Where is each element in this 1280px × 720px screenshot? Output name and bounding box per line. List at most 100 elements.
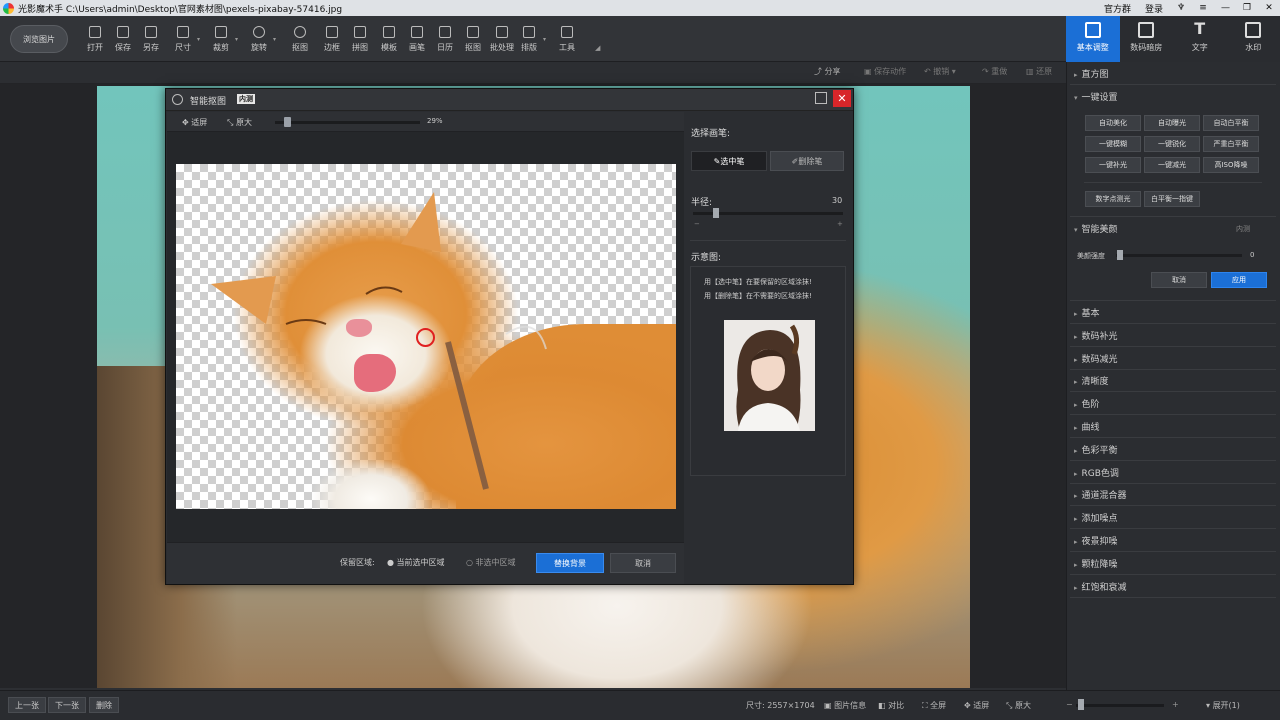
keep-selected-radio[interactable]: ● 当前选中区域 [387, 557, 445, 568]
close-window-icon[interactable]: ✕ [1258, 3, 1280, 13]
histogram-section[interactable]: ▸ 直方图 [1074, 67, 1109, 80]
one-click-section[interactable]: ▾ 一键设置 [1074, 90, 1118, 103]
login-link[interactable]: 登录 [1138, 2, 1170, 15]
section-item[interactable]: ▸ 色彩平衡 [1074, 443, 1118, 456]
batch-button[interactable]: 批处理 [487, 26, 517, 53]
section-item[interactable]: ▸ 清晰度 [1074, 374, 1109, 387]
delete-image-button[interactable]: 删除 [89, 697, 119, 713]
dialog-close-icon[interactable]: ✕ [833, 90, 851, 107]
zoom-out-icon[interactable]: − [1066, 700, 1073, 709]
menu-icon[interactable]: ≡ [1192, 3, 1214, 13]
resize-button[interactable]: 尺寸 ▾ [168, 26, 200, 53]
white-balance-picker-button[interactable]: 白平衡一指键 [1144, 191, 1200, 207]
radius-minus[interactable]: − [694, 220, 700, 228]
zoom-slider-track[interactable] [1076, 704, 1164, 707]
crop-button[interactable]: 裁剪 ▾ [206, 26, 238, 53]
restore-icon[interactable]: ❐ [1236, 3, 1258, 13]
collage-icon [354, 26, 366, 38]
one-click-blur-button[interactable]: 一键模糊 [1085, 136, 1141, 152]
dialog-maximize-icon[interactable] [815, 92, 827, 104]
undo-button[interactable]: ↶ 撤销 ▾ [924, 66, 956, 77]
qq-group-link[interactable]: 官方群 [1097, 2, 1138, 15]
restore-button[interactable]: ▥ 还原 [1026, 66, 1052, 77]
tab-darkroom[interactable]: 数码暗房 [1120, 16, 1174, 62]
strict-white-balance-button[interactable]: 严重白平衡 [1203, 136, 1259, 152]
tab-watermark[interactable]: 水印 [1227, 16, 1280, 62]
expand-arrow-icon: ▸ [1074, 446, 1078, 455]
image-info-button[interactable]: ▣ 图片信息 [824, 700, 866, 711]
fullscreen-button[interactable]: ⛶ 全屏 [922, 700, 946, 711]
section-item[interactable]: ▸ 数码减光 [1074, 352, 1118, 365]
rotate-button[interactable]: 旋转 ▾ [244, 26, 276, 53]
spot-metering-button[interactable]: 数字点测光 [1085, 191, 1141, 207]
cutout-button[interactable]: 抠图 [285, 26, 315, 53]
fill-light-button[interactable]: 一键补光 [1085, 157, 1141, 173]
beauty-cancel-button[interactable]: 取消 [1151, 272, 1207, 288]
template-icon [383, 26, 395, 38]
section-item[interactable]: ▸ 数码补光 [1074, 329, 1118, 342]
delete-brush-button[interactable]: ✐ 删除笔 [770, 151, 844, 171]
minimize-icon[interactable]: — [1214, 3, 1236, 13]
dialog-cancel-button[interactable]: 取消 [610, 553, 676, 573]
brush-button[interactable]: 画笔 [402, 26, 432, 53]
auto-beautify-button[interactable]: 自动美化 [1085, 115, 1141, 131]
dialog-actual-button[interactable]: ⤡ 原大 [227, 117, 252, 128]
save-action-button[interactable]: ▣ 保存动作 [864, 66, 906, 77]
section-item[interactable]: ▸ 曲线 [1074, 420, 1100, 433]
save-button[interactable]: 保存 [108, 26, 138, 53]
dialog-fit-button[interactable]: ✥ 适屏 [182, 117, 207, 128]
replace-background-button[interactable]: 替换背景 [536, 553, 604, 573]
cutout2-button[interactable]: 抠图 [458, 26, 488, 53]
dialog-zoom-slider-thumb[interactable] [284, 117, 291, 127]
beauty-apply-button[interactable]: 应用 [1211, 272, 1267, 288]
template-button[interactable]: 模板 [374, 26, 404, 53]
fit-screen-button[interactable]: ✥ 适屏 [964, 700, 989, 711]
section-item[interactable]: ▸ 色阶 [1074, 397, 1100, 410]
zoom-in-icon[interactable]: + [1172, 700, 1179, 709]
dialog-zoom-slider-track[interactable] [275, 121, 420, 124]
expand-button[interactable]: ▾ 展开(1) [1206, 700, 1240, 711]
next-image-button[interactable]: 下一张 [48, 697, 86, 713]
section-item[interactable]: ▸ 红饱和衰减 [1074, 580, 1127, 593]
save-icon [117, 26, 129, 38]
high-iso-denoise-button[interactable]: 高ISO降噪 [1203, 157, 1259, 173]
tab-basic-adjust[interactable]: 基本调整 [1066, 16, 1120, 62]
browse-images-button[interactable]: 浏览图片 [10, 25, 68, 53]
settings-icon[interactable]: ♆ [1170, 3, 1192, 13]
save-as-button[interactable]: 另存 [136, 26, 166, 53]
section-item[interactable]: ▸ 基本 [1074, 306, 1100, 319]
beauty-slider-track[interactable] [1116, 254, 1242, 257]
zoom-slider-thumb[interactable] [1078, 699, 1084, 710]
compare-button[interactable]: ◧ 对比 [878, 700, 904, 711]
batch-icon [496, 26, 508, 38]
dialog-title-bar[interactable] [166, 89, 853, 111]
radius-slider-thumb[interactable] [713, 208, 719, 218]
keep-unselected-radio[interactable]: ○ 非选中区域 [466, 557, 516, 568]
auto-white-balance-button[interactable]: 自动白平衡 [1203, 115, 1259, 131]
section-item[interactable]: ▸ 夜景抑噪 [1074, 534, 1118, 547]
toolbar-more-icon[interactable]: ◢ [595, 44, 600, 52]
one-click-sharpen-button[interactable]: 一键锐化 [1144, 136, 1200, 152]
actual-size-button[interactable]: ⤡ 原大 [1006, 700, 1031, 711]
collage-button[interactable]: 拼图 [345, 26, 375, 53]
section-item[interactable]: ▸ 添加噪点 [1074, 511, 1118, 524]
section-item[interactable]: ▸ RGB色调 [1074, 466, 1119, 479]
tab-text[interactable]: T 文字 [1173, 16, 1227, 62]
auto-exposure-button[interactable]: 自动曝光 [1144, 115, 1200, 131]
redo-button[interactable]: ↷ 重做 [982, 66, 1007, 77]
tools-button[interactable]: 工具 [552, 26, 582, 53]
open-button[interactable]: 打开 [80, 26, 110, 53]
divider [1070, 528, 1276, 530]
reduce-light-button[interactable]: 一键减光 [1144, 157, 1200, 173]
layout-button[interactable]: 排版 ▾ [514, 26, 546, 53]
select-brush-button[interactable]: ✎ 选中笔 [691, 151, 767, 171]
radius-plus[interactable]: + [837, 220, 843, 228]
section-item[interactable]: ▸ 通道混合器 [1074, 488, 1127, 501]
beauty-slider-thumb[interactable] [1117, 250, 1123, 260]
border-button[interactable]: 边框 [317, 26, 347, 53]
section-item[interactable]: ▸ 颗粒降噪 [1074, 557, 1118, 570]
share-button[interactable]: ⤴ 分享 [814, 66, 841, 77]
calendar-button[interactable]: 日历 [430, 26, 460, 53]
smart-beauty-section[interactable]: ▾ 智能美颜 [1074, 222, 1118, 235]
prev-image-button[interactable]: 上一张 [8, 697, 46, 713]
